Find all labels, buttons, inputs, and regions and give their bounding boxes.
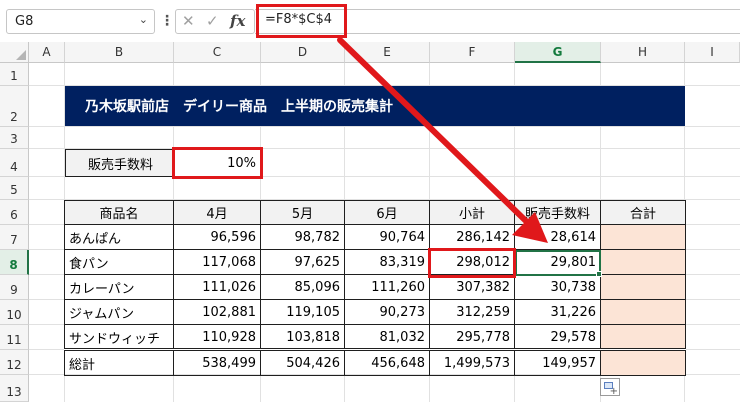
- annotation-arrow: [337, 37, 548, 243]
- arrow-shaft: [337, 37, 530, 225]
- quick-analysis-icon[interactable]: [600, 378, 620, 397]
